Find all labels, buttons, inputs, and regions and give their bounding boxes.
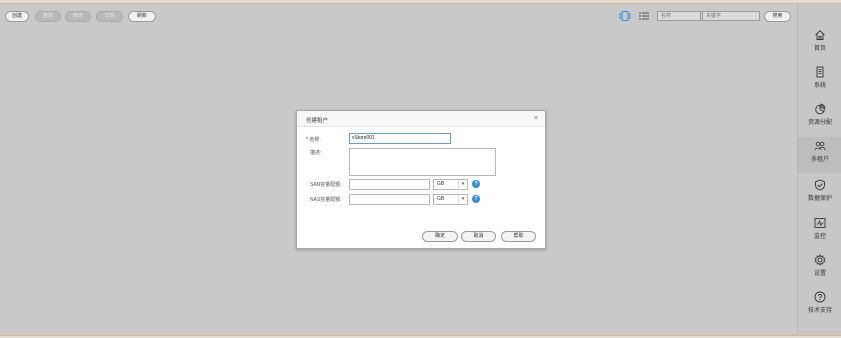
help-button[interactable]: 帮助 [501, 231, 536, 242]
create-tenant-dialog: 创建租户 × * 名称: vStore001 描述: SAN容量配额: GB ▾ … [296, 110, 546, 249]
delete-button[interactable]: 删除 [35, 11, 61, 22]
multi-tenant-icon [814, 141, 826, 151]
search-field-select[interactable]: 名称 [657, 11, 701, 21]
search-keyword-input[interactable]: 关键字 [702, 11, 760, 21]
sidebar-item-label: 技术支持 [807, 308, 832, 314]
support-icon [814, 291, 826, 303]
list-view-icon[interactable] [638, 10, 650, 22]
cancel-button[interactable]: 取消 [461, 231, 496, 242]
search-button[interactable]: 搜索 [764, 11, 791, 22]
name-label: * 名称: [306, 137, 321, 143]
name-input[interactable]: vStore001 [349, 133, 451, 144]
modify-button[interactable]: 修改 [65, 11, 91, 22]
refresh-button[interactable]: 刷新 [128, 11, 156, 22]
description-label: 描述: [310, 150, 322, 156]
chevron-down-icon: ▾ [458, 195, 467, 204]
close-icon[interactable]: × [534, 115, 538, 122]
san-quota-label: SAN容量配额: [310, 182, 342, 188]
dialog-header: 创建租户 × [297, 111, 545, 127]
nas-quota-label: NAS容量配额: [310, 197, 342, 203]
settings-icon [814, 254, 826, 266]
sidebar-item-home[interactable]: 首页 [798, 29, 841, 65]
san-help-icon[interactable]: ? [472, 180, 480, 188]
sidebar-item-label: 首页 [813, 46, 826, 52]
resource-allocation-icon [815, 103, 826, 115]
sidebar-item-system[interactable]: 系统 [798, 66, 841, 102]
card-view-icon[interactable] [619, 10, 631, 22]
sidebar-item-multi-tenant[interactable]: 多租户 [798, 137, 841, 173]
sidebar-item-label: 资源分配 [807, 120, 832, 126]
san-unit-select[interactable]: GB ▾ [433, 179, 468, 190]
chevron-down-icon: ▾ [458, 180, 467, 189]
data-protection-icon [815, 179, 825, 191]
sidebar-item-label: 系统 [813, 83, 826, 89]
sidebar-item-label: 多租户 [810, 157, 829, 163]
details-button[interactable]: 详情 [96, 11, 123, 22]
dialog-title: 创建租户 [306, 118, 329, 124]
sidebar-item-label: 监控 [813, 234, 826, 240]
sidebar-item-label: 数据保护 [807, 196, 832, 202]
ok-button[interactable]: 确定 [422, 231, 458, 242]
sidebar: 首页 系统 资源分配 多租户 数据保护 监控 设置 技术支持 [797, 4, 841, 335]
sidebar-item-settings[interactable]: 设置 [798, 254, 841, 290]
sidebar-item-data-protection[interactable]: 数据保护 [798, 179, 841, 215]
home-icon [815, 30, 825, 40]
nas-quota-input[interactable] [349, 194, 430, 205]
sidebar-item-monitor[interactable]: 监控 [798, 217, 841, 253]
nas-help-icon[interactable]: ? [472, 195, 480, 203]
toolbar: 创建 删除 修改 详情 刷新 名称 关键字 搜索 [0, 4, 797, 26]
description-textarea[interactable] [349, 148, 496, 176]
required-mark: * [306, 137, 308, 143]
create-button[interactable]: 创建 [5, 11, 29, 22]
nas-unit-select[interactable]: GB ▾ [433, 194, 468, 205]
sidebar-item-support[interactable]: 技术支持 [798, 291, 841, 327]
monitor-icon [814, 218, 826, 228]
sidebar-item-resource-allocation[interactable]: 资源分配 [798, 103, 841, 139]
san-quota-input[interactable] [349, 179, 430, 190]
system-icon [816, 66, 824, 78]
sidebar-item-label: 设置 [813, 271, 826, 277]
